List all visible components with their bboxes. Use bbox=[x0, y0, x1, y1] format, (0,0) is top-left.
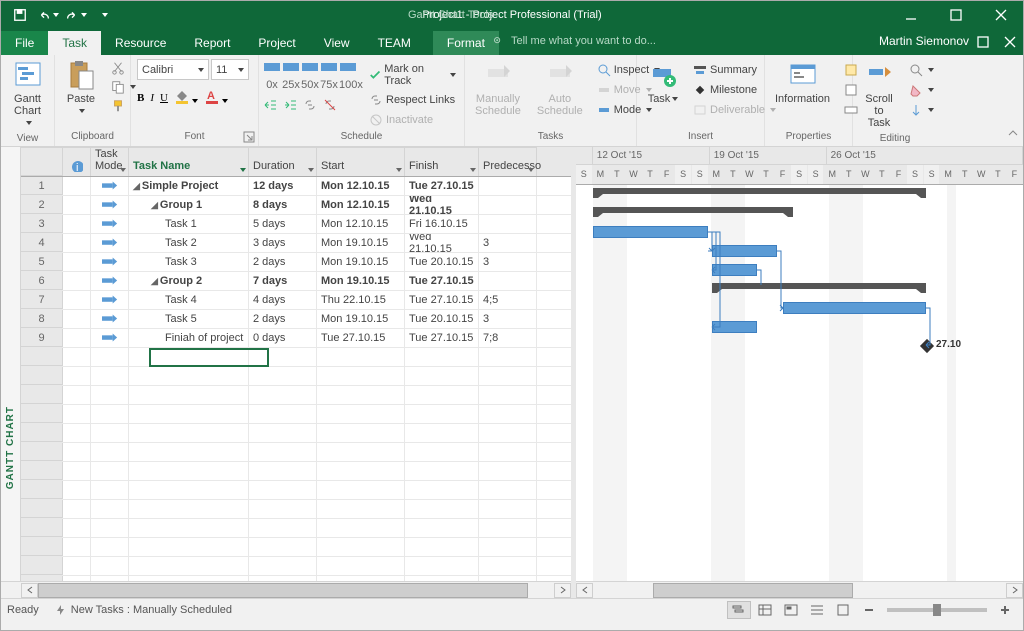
zoom-in-button[interactable] bbox=[993, 601, 1017, 619]
mark-on-track-button[interactable]: Mark on Track bbox=[365, 61, 460, 89]
group-label-font: Font bbox=[135, 129, 254, 144]
gantt-hscrollbar[interactable] bbox=[576, 581, 1023, 598]
view-report-icon[interactable] bbox=[831, 601, 855, 619]
zoom-slider[interactable] bbox=[887, 608, 987, 612]
view-taskusage-icon[interactable] bbox=[753, 601, 777, 619]
clear-icon[interactable] bbox=[905, 81, 938, 99]
status-newtasks[interactable]: New Tasks : Manually Scheduled bbox=[55, 604, 232, 616]
link-tasks-icon[interactable] bbox=[303, 98, 317, 115]
unlink-tasks-icon[interactable] bbox=[323, 98, 337, 115]
grid-body[interactable]: 1 ◢Simple Project 12 days Mon 12.10.15 T… bbox=[21, 177, 571, 581]
group-label-view: View bbox=[5, 131, 50, 146]
col-task-mode[interactable]: Task Mode bbox=[91, 147, 129, 176]
group-label-tasks: Tasks bbox=[469, 129, 632, 144]
respect-links-button[interactable]: Respect Links bbox=[365, 91, 460, 109]
grid-hscrollbar[interactable] bbox=[1, 581, 571, 598]
task-grid: GANTT CHART i Task Mode Task Name Durati… bbox=[1, 147, 576, 598]
minimize-button[interactable] bbox=[888, 1, 933, 29]
fill-color-button[interactable] bbox=[174, 88, 198, 107]
font-dialog-launcher[interactable] bbox=[243, 131, 255, 143]
titlebar: Project1 - Project Professional (Trial) … bbox=[1, 1, 1023, 29]
manually-schedule-button: Manually Schedule bbox=[469, 57, 527, 119]
group-label-schedule: Schedule bbox=[263, 129, 460, 144]
tab-format[interactable]: Format bbox=[433, 31, 499, 55]
indent-icon[interactable] bbox=[283, 98, 297, 115]
col-start[interactable]: Start bbox=[317, 147, 405, 176]
col-finish[interactable]: Finish bbox=[405, 147, 479, 176]
svg-text:A: A bbox=[207, 90, 215, 102]
find-icon[interactable] bbox=[905, 61, 938, 79]
summary-button[interactable]: Summary bbox=[689, 61, 780, 79]
close-button[interactable] bbox=[978, 1, 1023, 29]
contextual-tab-label: Gantt Chart Tools bbox=[408, 9, 493, 21]
gantt-chart: 12 Oct '1519 Oct '1526 Oct '15 SMTWTFSSM… bbox=[576, 147, 1023, 598]
window-controls bbox=[888, 1, 1023, 29]
tell-me-search[interactable]: Tell me what you want to do... bbox=[491, 34, 656, 48]
timescale[interactable]: 12 Oct '1519 Oct '1526 Oct '15 SMTWTFSSM… bbox=[576, 147, 1023, 185]
tab-team[interactable]: TEAM bbox=[364, 31, 425, 55]
quick-access-toolbar bbox=[1, 3, 117, 27]
group-label-editing: Editing bbox=[857, 131, 933, 146]
content-area: GANTT CHART i Task Mode Task Name Durati… bbox=[1, 147, 1023, 598]
view-teamplanner-icon[interactable] bbox=[779, 601, 803, 619]
undo-icon[interactable] bbox=[35, 3, 61, 27]
progress-buttons[interactable] bbox=[263, 60, 357, 76]
col-indicator[interactable]: i bbox=[63, 147, 91, 176]
italic-button[interactable]: I bbox=[150, 92, 154, 104]
gantt-body[interactable]: 27.10 bbox=[576, 185, 1023, 581]
font-name-combo[interactable]: Calibri bbox=[137, 59, 209, 80]
view-resourcesheet-icon[interactable] bbox=[805, 601, 829, 619]
ribbon-tabs: File Task Resource Report Project View T… bbox=[1, 29, 1023, 55]
paste-button[interactable]: Paste bbox=[59, 57, 103, 119]
tab-resource[interactable]: Resource bbox=[101, 31, 180, 55]
group-label-clipboard: Clipboard bbox=[59, 129, 126, 144]
scroll-to-task-button[interactable]: Scroll to Task bbox=[857, 57, 901, 131]
doc-close-button[interactable] bbox=[996, 29, 1023, 55]
save-icon[interactable] bbox=[7, 3, 33, 27]
user-name[interactable]: Martin Siemonov bbox=[879, 34, 969, 48]
milestone-button[interactable]: Milestone bbox=[689, 81, 780, 99]
ribbon-display-button[interactable] bbox=[969, 29, 996, 55]
col-duration[interactable]: Duration bbox=[249, 147, 317, 176]
qat-more-icon[interactable] bbox=[91, 3, 117, 27]
gantt-chart-button[interactable]: Gantt Chart bbox=[5, 57, 50, 131]
bold-button[interactable]: B bbox=[137, 92, 144, 104]
group-label-insert: Insert bbox=[641, 129, 760, 144]
group-label-properties: Properties bbox=[769, 129, 848, 144]
fill-icon[interactable] bbox=[905, 101, 938, 119]
tab-project[interactable]: Project bbox=[244, 31, 309, 55]
font-color-button[interactable]: A bbox=[204, 88, 228, 107]
ribbon: Gantt Chart View Paste Clipboard Calibri… bbox=[1, 55, 1023, 147]
statusbar: Ready New Tasks : Manually Scheduled bbox=[1, 598, 1023, 620]
collapse-ribbon-icon[interactable] bbox=[1007, 127, 1019, 142]
tab-view[interactable]: View bbox=[310, 31, 364, 55]
tab-file[interactable]: File bbox=[1, 31, 48, 55]
col-predecessors[interactable]: Predecesso bbox=[479, 147, 537, 176]
view-sidebar-tab[interactable]: GANTT CHART bbox=[1, 147, 21, 598]
view-gantt-icon[interactable] bbox=[727, 601, 751, 619]
insert-task-button[interactable]: Task bbox=[641, 57, 685, 107]
deliverable-button: Deliverable bbox=[689, 101, 780, 119]
grid-header: i Task Mode Task Name Duration Start Fin… bbox=[21, 147, 571, 177]
inactivate-button: Inactivate bbox=[365, 111, 460, 129]
tab-task[interactable]: Task bbox=[48, 31, 101, 55]
auto-schedule-button: Auto Schedule bbox=[531, 57, 589, 119]
redo-icon[interactable] bbox=[63, 3, 89, 27]
window-title: Project1 - Project Professional (Trial) bbox=[1, 9, 1023, 21]
col-task-name[interactable]: Task Name bbox=[129, 147, 249, 176]
underline-button[interactable]: U bbox=[160, 92, 168, 104]
font-size-combo[interactable]: 11 bbox=[211, 59, 249, 80]
maximize-button[interactable] bbox=[933, 1, 978, 29]
zoom-out-button[interactable] bbox=[857, 601, 881, 619]
tab-report[interactable]: Report bbox=[180, 31, 244, 55]
outdent-icon[interactable] bbox=[263, 98, 277, 115]
status-ready: Ready bbox=[7, 604, 39, 616]
progress-labels: 0x25x50x75x100x bbox=[263, 79, 357, 91]
svg-text:i: i bbox=[76, 162, 78, 172]
